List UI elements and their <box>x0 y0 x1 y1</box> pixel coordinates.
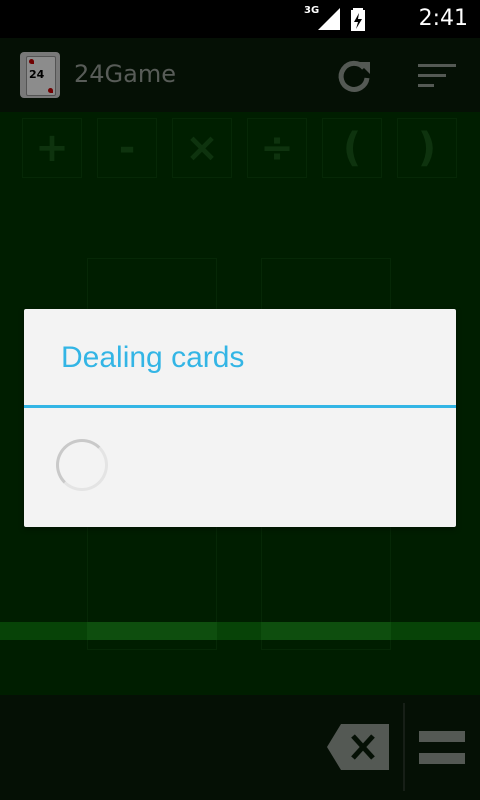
loading-spinner-icon <box>56 439 108 491</box>
dialog-title-divider <box>24 405 456 408</box>
status-bar: 3G 2:41 <box>0 0 480 38</box>
battery-icon <box>351 8 365 31</box>
status-time: 2:41 <box>418 6 468 31</box>
dialog-title: Dealing cards <box>61 341 245 374</box>
signal-icon <box>318 8 340 30</box>
status-icons: 3G <box>304 5 394 32</box>
progress-dialog: Dealing cards <box>24 309 456 527</box>
